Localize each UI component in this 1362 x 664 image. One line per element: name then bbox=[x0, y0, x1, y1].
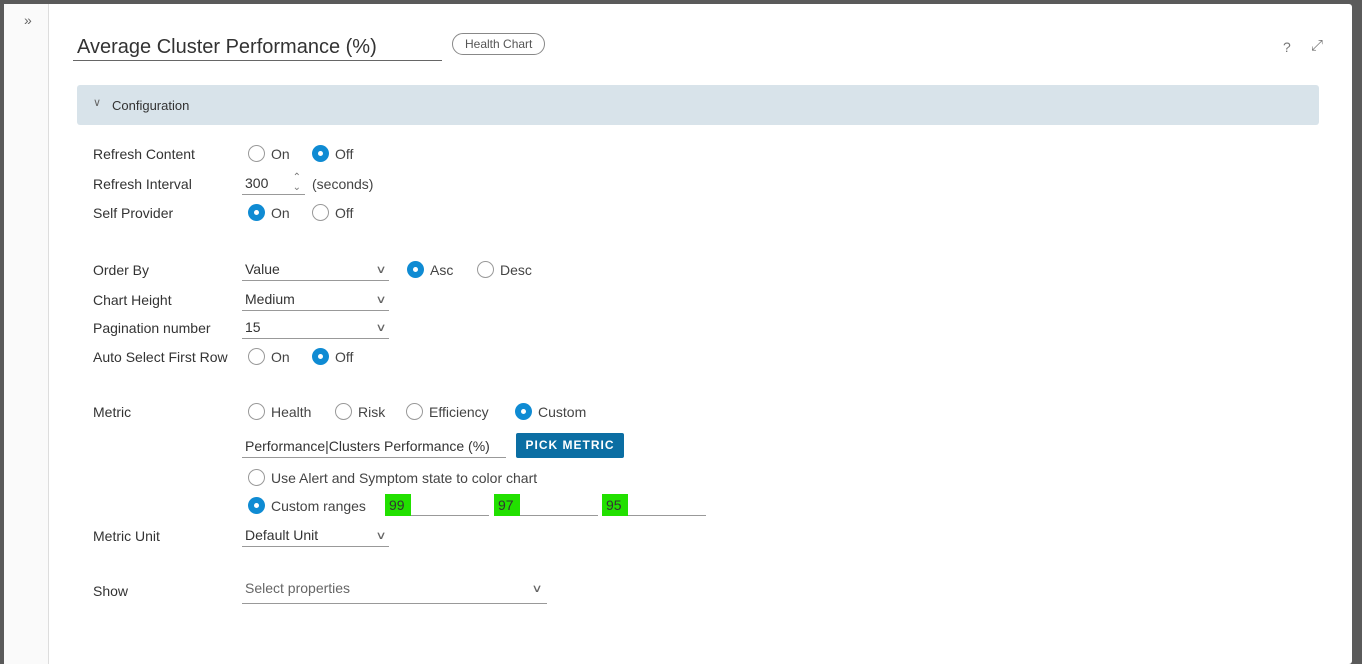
range-value: 99 bbox=[385, 494, 411, 516]
radio-circle bbox=[312, 348, 329, 365]
radio-circle bbox=[312, 204, 329, 221]
chevron-down-icon: ∨ bbox=[375, 294, 387, 306]
metric-health-radio[interactable]: Health bbox=[248, 403, 311, 420]
radio-circle bbox=[515, 403, 532, 420]
radio-label: Risk bbox=[358, 403, 386, 420]
side-strip: » bbox=[4, 4, 49, 664]
widget-type-badge: Health Chart bbox=[452, 33, 546, 55]
radio-label: Health bbox=[271, 403, 312, 420]
auto-select-label: Auto Select First Row bbox=[93, 349, 228, 365]
radio-label: Off bbox=[335, 348, 354, 365]
radio-label: Use Alert and Symptom state to color cha… bbox=[271, 469, 538, 486]
widget-editor-panel: » Average Cluster Performance (%) Health… bbox=[4, 4, 1352, 664]
input-value: 300 bbox=[245, 175, 269, 191]
metric-custom-radio[interactable]: Custom bbox=[515, 403, 586, 420]
metric-risk-radio[interactable]: Risk bbox=[335, 403, 385, 420]
radio-label: Asc bbox=[430, 261, 454, 278]
refresh-content-label: Refresh Content bbox=[93, 146, 195, 162]
radio-circle bbox=[406, 403, 423, 420]
show-label: Show bbox=[93, 583, 129, 599]
metric-efficiency-radio[interactable]: Efficiency bbox=[406, 403, 489, 420]
range-value: 95 bbox=[602, 494, 628, 516]
stepper-icon[interactable]: ⌃ ⌄ bbox=[293, 173, 301, 193]
auto-select-off-radio[interactable]: Off bbox=[312, 348, 353, 365]
refresh-interval-label: Refresh Interval bbox=[93, 176, 192, 192]
radio-circle bbox=[407, 261, 424, 278]
show-properties-select[interactable]: Select properties ∨ bbox=[242, 578, 547, 604]
chart-height-label: Chart Height bbox=[93, 292, 172, 308]
radio-label: On bbox=[271, 145, 290, 162]
refresh-content-on-radio[interactable]: On bbox=[248, 145, 290, 162]
pick-metric-button[interactable]: PICK METRIC bbox=[516, 433, 624, 458]
range-input-1[interactable]: 99 bbox=[385, 494, 489, 516]
radio-label: On bbox=[271, 348, 290, 365]
radio-circle bbox=[248, 469, 265, 486]
radio-label: Off bbox=[335, 204, 354, 221]
radio-circle bbox=[477, 261, 494, 278]
self-provider-label: Self Provider bbox=[93, 205, 174, 221]
chevron-down-icon: ∨ bbox=[93, 97, 102, 109]
expand-sidebar-icon[interactable]: » bbox=[24, 12, 32, 28]
radio-circle bbox=[312, 145, 329, 162]
metric-label: Metric bbox=[93, 404, 132, 420]
radio-circle bbox=[248, 204, 265, 221]
configuration-section-header[interactable]: ∨ Configuration bbox=[77, 85, 1319, 125]
select-placeholder: Select properties bbox=[245, 580, 351, 596]
radio-circle bbox=[248, 145, 265, 162]
alert-symptom-radio[interactable]: Use Alert and Symptom state to color cha… bbox=[248, 469, 537, 486]
order-by-label: Order By bbox=[93, 262, 150, 278]
refresh-content-off-radio[interactable]: Off bbox=[312, 145, 353, 162]
section-label: Configuration bbox=[112, 98, 190, 113]
order-by-select[interactable]: Value ∨ bbox=[242, 259, 389, 281]
radio-circle bbox=[248, 348, 265, 365]
chevron-down-icon: ∨ bbox=[375, 322, 387, 334]
range-value: 97 bbox=[494, 494, 520, 516]
metric-input[interactable]: Performance|Clusters Performance (%) bbox=[242, 436, 506, 458]
select-value: Default Unit bbox=[245, 527, 319, 543]
radio-label: Efficiency bbox=[429, 403, 489, 420]
select-value: 15 bbox=[245, 319, 261, 335]
metric-unit-select[interactable]: Default Unit ∨ bbox=[242, 525, 389, 547]
range-input-2[interactable]: 97 bbox=[494, 494, 598, 516]
chart-height-select[interactable]: Medium ∨ bbox=[242, 289, 389, 311]
radio-label: Desc bbox=[500, 261, 532, 278]
widget-title-input[interactable]: Average Cluster Performance (%) bbox=[73, 34, 442, 61]
select-value: Medium bbox=[245, 291, 295, 307]
radio-circle bbox=[248, 497, 265, 514]
chevron-down-icon: ∨ bbox=[375, 530, 387, 542]
custom-ranges-radio[interactable]: Custom ranges bbox=[248, 497, 366, 514]
radio-label: Custom ranges bbox=[271, 497, 366, 514]
self-provider-on-radio[interactable]: On bbox=[248, 204, 290, 221]
self-provider-off-radio[interactable]: Off bbox=[312, 204, 353, 221]
pagination-label: Pagination number bbox=[93, 320, 211, 336]
radio-circle bbox=[248, 403, 265, 420]
refresh-interval-input[interactable]: 300 ⌃ ⌄ bbox=[242, 173, 305, 195]
order-asc-radio[interactable]: Asc bbox=[407, 261, 453, 278]
help-icon[interactable]: ? bbox=[1283, 39, 1291, 55]
select-value: Value bbox=[245, 261, 280, 277]
radio-circle bbox=[335, 403, 352, 420]
interval-unit: (seconds) bbox=[312, 176, 374, 192]
radio-label: Off bbox=[335, 145, 354, 162]
range-input-3[interactable]: 95 bbox=[602, 494, 706, 516]
order-desc-radio[interactable]: Desc bbox=[477, 261, 532, 278]
auto-select-on-radio[interactable]: On bbox=[248, 348, 290, 365]
pagination-select[interactable]: 15 ∨ bbox=[242, 317, 389, 339]
chevron-down-icon: ∨ bbox=[375, 264, 387, 276]
chevron-down-icon: ∨ bbox=[531, 583, 543, 595]
maximize-icon[interactable]: ⤢ bbox=[1311, 37, 1323, 54]
radio-label: Custom bbox=[538, 403, 587, 420]
radio-label: On bbox=[271, 204, 290, 221]
metric-unit-label: Metric Unit bbox=[93, 528, 160, 544]
